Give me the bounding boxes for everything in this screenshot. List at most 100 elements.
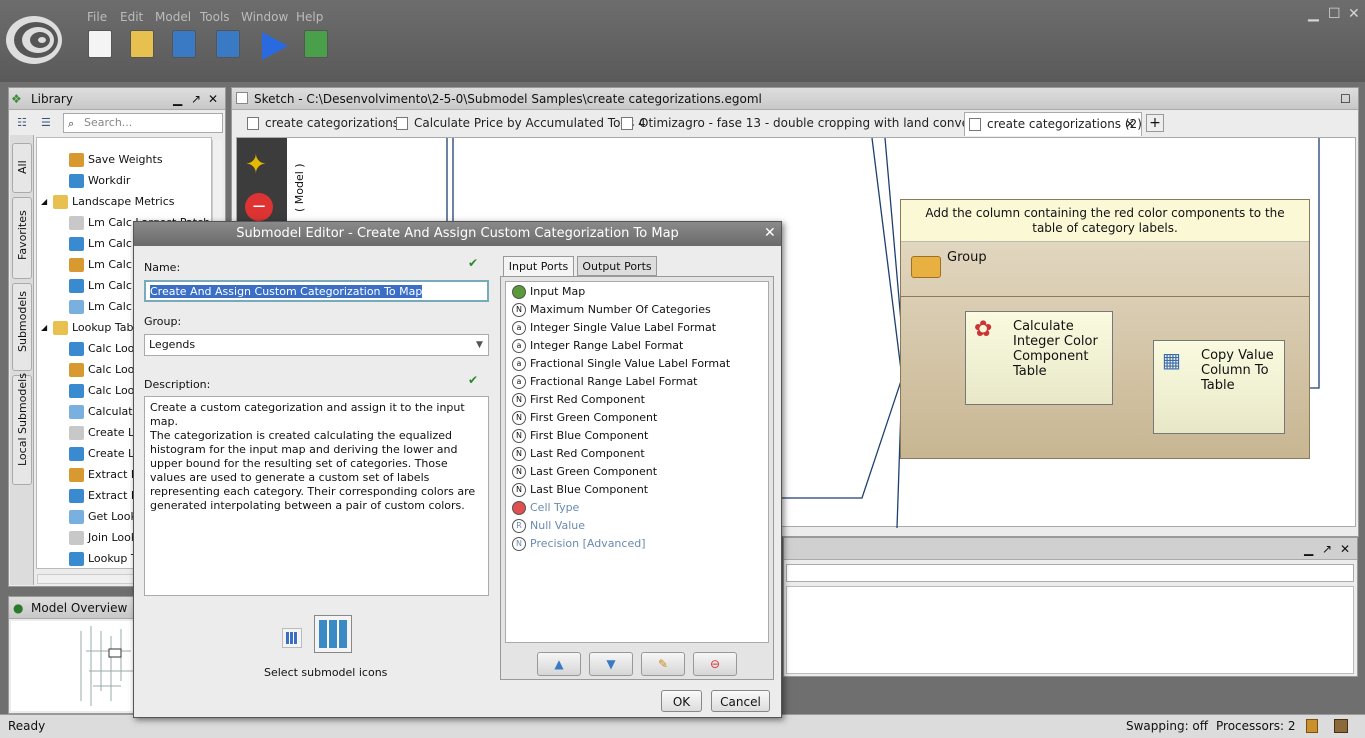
library-item[interactable]: Save Weights	[69, 149, 163, 170]
minimize-console-icon[interactable]: ▁	[1304, 538, 1313, 560]
copy-column-node[interactable]: ▦ Copy Value Column To Table	[1153, 340, 1285, 434]
port-item[interactable]: a Integer Single Value Label Format	[512, 319, 716, 337]
library-item[interactable]: Workdir	[69, 170, 130, 191]
console-input[interactable]	[786, 564, 1354, 582]
group-divider	[901, 296, 1309, 297]
expand-icon[interactable]: ◢	[41, 191, 47, 212]
vtab-label: All	[16, 160, 29, 174]
save-icon[interactable]	[172, 30, 196, 58]
run-icon[interactable]	[258, 30, 290, 62]
close-tab-icon[interactable]: ✕	[1125, 113, 1135, 135]
minimize-window-button[interactable]: ▁	[1308, 6, 1319, 22]
float-console-icon[interactable]: ↗	[1322, 538, 1332, 560]
close-window-button[interactable]: ✕	[1348, 6, 1360, 22]
expand-icon[interactable]: ◢	[41, 317, 47, 338]
cancel-button[interactable]: Cancel	[711, 690, 770, 712]
name-input[interactable]: Create And Assign Custom Categorization …	[144, 280, 489, 302]
archive-icon[interactable]	[1306, 719, 1318, 733]
port-label: Fractional Single Value Label Format	[530, 357, 731, 370]
library-item[interactable]: Landscape Metrics ◢	[41, 191, 175, 212]
menu-edit[interactable]: Edit	[120, 10, 143, 24]
menu-file[interactable]: File	[87, 10, 107, 24]
port-item[interactable]: N Maximum Number Of Categories	[512, 301, 711, 319]
sketch-title: Sketch - C:\Desenvolvimento\2-5-0\Submod…	[254, 92, 762, 106]
map-viewer-icon[interactable]	[304, 30, 328, 58]
port-item[interactable]: N Precision [Advanced]	[512, 535, 646, 553]
tab-input-ports[interactable]: Input Ports	[503, 256, 574, 277]
model-file-icon	[621, 117, 633, 130]
float-panel-icon[interactable]: ↗	[191, 88, 201, 110]
sketch-tab[interactable]: create categorizations	[243, 112, 399, 136]
edit-port-button[interactable]: ✎	[641, 652, 685, 676]
menu-window[interactable]: Window	[241, 10, 288, 24]
port-label: Last Green Component	[530, 465, 658, 478]
ok-button[interactable]: OK	[661, 690, 702, 712]
port-item[interactable]: R Null Value	[512, 517, 585, 535]
sketch-tab-label: create categorizations (2)	[987, 117, 1142, 131]
spellcheck-icon[interactable]: ✔	[468, 256, 478, 270]
sketch-tab-label: Calculate Price by Accumulated Tons 4	[414, 116, 646, 130]
list-view-icon[interactable]: ☰	[41, 116, 51, 129]
port-item[interactable]: N Last Red Component	[512, 445, 645, 463]
library-side-tabs: All Favorites Submodels Local Submodels	[10, 135, 34, 585]
vtab-submodels[interactable]: Submodels	[12, 283, 32, 371]
port-item[interactable]: N First Red Component	[512, 391, 645, 409]
close-panel-icon[interactable]: ✕	[208, 88, 218, 110]
tab-output-ports[interactable]: Output Ports	[577, 256, 657, 276]
minimize-panel-icon[interactable]: ▁	[173, 88, 182, 110]
tree-view-icon[interactable]: ☷	[17, 116, 27, 129]
remove-port-button[interactable]: ⊖	[693, 652, 737, 676]
vtab-favorites[interactable]: Favorites	[12, 197, 32, 279]
open-folder-icon[interactable]	[130, 30, 154, 58]
port-item[interactable]: Input Map	[512, 283, 585, 301]
close-dialog-icon[interactable]: ✕	[764, 225, 776, 241]
console-output[interactable]	[786, 586, 1354, 674]
large-icon-option[interactable]	[314, 615, 352, 653]
maximize-sketch-icon[interactable]: ☐	[1340, 88, 1351, 110]
menu-help[interactable]: Help	[296, 10, 323, 24]
port-item[interactable]: N Last Blue Component	[512, 481, 648, 499]
port-item[interactable]: N Last Green Component	[512, 463, 657, 481]
submodel-icon	[69, 342, 84, 356]
save-all-icon[interactable]	[216, 30, 240, 58]
submodel-icon	[69, 531, 84, 545]
small-icon-option[interactable]	[282, 628, 302, 648]
port-item[interactable]: N First Green Component	[512, 409, 657, 427]
vtab-all[interactable]: All	[12, 143, 32, 193]
spellcheck-description-icon[interactable]: ✔	[468, 373, 478, 387]
sketch-tab[interactable]: Calculate Price by Accumulated Tons 4	[392, 112, 646, 136]
library-search-input[interactable]: ⌕ Search...	[63, 113, 223, 133]
close-console-icon[interactable]: ✕	[1340, 538, 1350, 560]
description-textarea[interactable]: Create a custom categorization and assig…	[144, 396, 489, 596]
port-item[interactable]: a Integer Range Label Format	[512, 337, 683, 355]
sketch-tab[interactable]: create categorizations (2) ✕	[964, 112, 1142, 136]
node2-label: Copy Value Column To Table	[1201, 348, 1274, 393]
add-tab-button[interactable]: +	[1146, 114, 1164, 132]
globe-icon: ●	[13, 601, 24, 615]
port-item[interactable]: Cell Type	[512, 499, 579, 517]
port-label: Precision [Advanced]	[530, 537, 646, 550]
port-item[interactable]: a Fractional Range Label Format	[512, 373, 698, 391]
group-label: Group	[947, 250, 987, 265]
submodel-icon	[69, 216, 84, 230]
menu-tools[interactable]: Tools	[200, 10, 230, 24]
ports-list[interactable]: Input Map N Maximum Number Of Categories a I…	[505, 281, 769, 643]
menu-model[interactable]: Model	[155, 10, 191, 24]
move-down-button[interactable]: ▼	[589, 652, 633, 676]
trash-icon[interactable]	[1334, 719, 1348, 733]
group-select[interactable]: Legends ▼	[144, 334, 489, 356]
vtab-local-submodels[interactable]: Local Submodels	[12, 373, 32, 485]
port-label: Last Red Component	[530, 447, 645, 460]
library-icon: ❖	[11, 92, 22, 106]
port-item[interactable]: a Fractional Single Value Label Format	[512, 355, 730, 373]
new-file-icon[interactable]	[88, 30, 112, 58]
maximize-window-button[interactable]: ☐	[1328, 6, 1341, 22]
sketch-tab[interactable]: Otimizagro - fase 13 - double cropping w…	[617, 112, 1033, 136]
grid-small-icon	[286, 632, 298, 644]
calc-color-table-node[interactable]: ✿ Calculate Integer Color Component Tabl…	[965, 311, 1113, 405]
sketch-doc-icon	[236, 92, 248, 104]
move-up-button[interactable]: ▲	[537, 652, 581, 676]
port-item[interactable]: N First Blue Component	[512, 427, 648, 445]
group-field-label: Group:	[144, 315, 182, 328]
app-logo	[6, 16, 62, 64]
